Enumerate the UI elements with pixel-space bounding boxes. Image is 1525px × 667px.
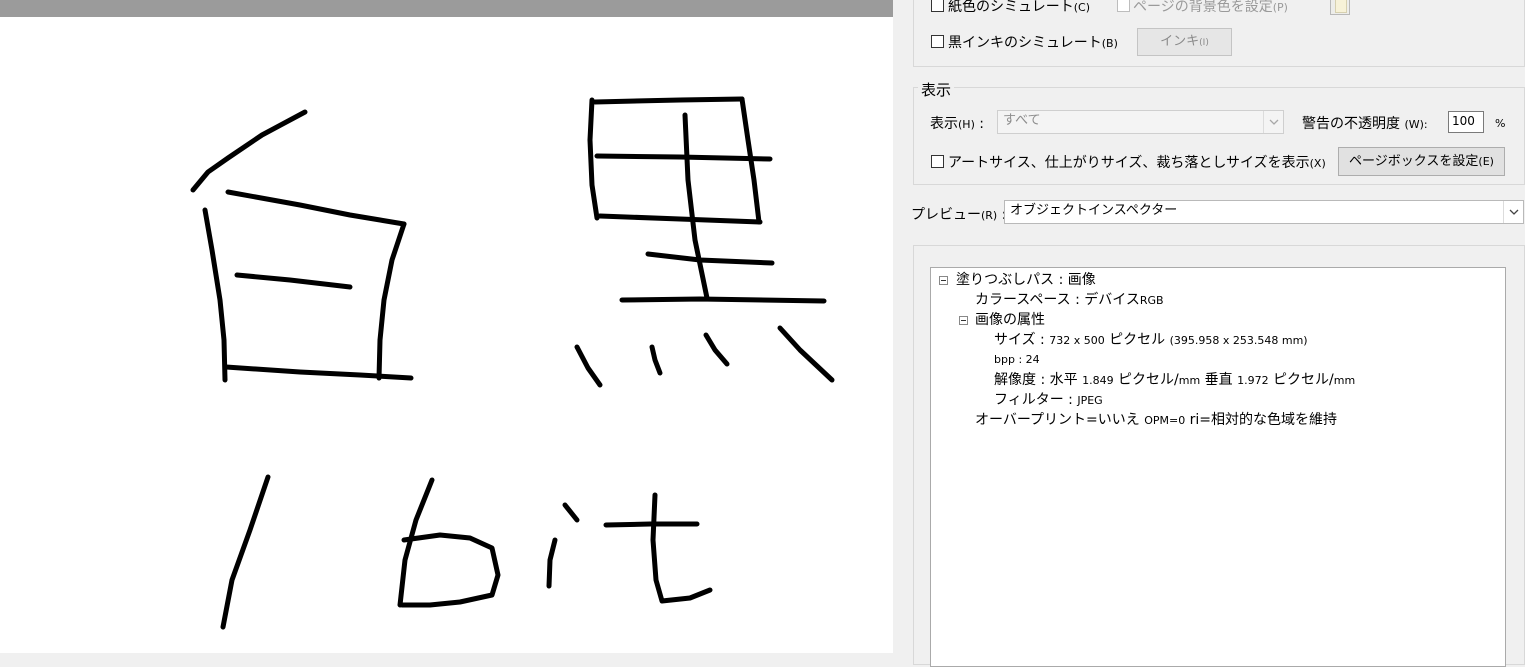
- object-inspector-tree[interactable]: 塗りつぶしパス : 画像 カラースペース : デバイスRGB 画像の属性 サイズ…: [930, 267, 1506, 667]
- tree-node-colorspace: カラースペース : デバイスRGB: [975, 292, 1164, 308]
- display-group-title: 表示: [918, 79, 955, 100]
- document-canvas[interactable]: [0, 0, 893, 653]
- black-ink-sim-checkbox[interactable]: [931, 35, 944, 48]
- tree-node-resolution: 解像度 : 水平 1.849 ピクセル/mm 垂直 1.972 ピクセル/mm: [994, 372, 1356, 388]
- warning-opacity-input[interactable]: 100: [1448, 111, 1484, 133]
- chevron-down-icon: [1503, 201, 1523, 223]
- output-preview-panel: 紙色のシミュレート(C) ページの背景色を設定(P) 黒インキのシミュレート(B…: [893, 0, 1525, 667]
- chevron-down-icon: [1263, 111, 1283, 133]
- paper-color-sim-label: 紙色のシミュレート(C): [948, 0, 1090, 15]
- tree-node-fill-path: 塗りつぶしパス : 画像: [956, 272, 1096, 288]
- art-trim-bleed-label: アートサイス、仕上がりサイズ、裁ち落としサイズを表示(X): [948, 155, 1326, 171]
- page-bg-label: ページの背景色を設定(P): [1133, 0, 1288, 15]
- show-label: 表示(H) :: [930, 116, 985, 132]
- ink-button[interactable]: インキ(I): [1137, 28, 1232, 56]
- warning-opacity-label: 警告の不透明度 (W):: [1302, 116, 1428, 132]
- tree-node-filter: フィルター : JPEG: [994, 392, 1103, 408]
- tree-node-image-attrs: 画像の属性: [975, 312, 1045, 328]
- tree-node-overprint: オーバープリント=いいえ OPM=0 ri=相対的な色域を維持: [975, 412, 1338, 428]
- preview-label: プレビュー(R) :: [911, 207, 1007, 223]
- collapse-icon[interactable]: [939, 276, 948, 285]
- page-box-button[interactable]: ページボックスを設定(E): [1338, 147, 1505, 176]
- percent-sign: %: [1495, 117, 1506, 130]
- black-ink-sim-label: 黒インキのシミュレート(B): [948, 35, 1118, 51]
- collapse-icon[interactable]: [959, 316, 968, 325]
- canvas-top-border: [0, 0, 893, 17]
- art-trim-bleed-checkbox[interactable]: [931, 155, 944, 168]
- paper-color-sim-checkbox[interactable]: [931, 0, 944, 12]
- tree-node-size: サイズ : 732 x 500 ピクセル (395.958 x 253.548 …: [994, 332, 1308, 348]
- show-select[interactable]: すべて: [997, 110, 1284, 134]
- page-bg-checkbox[interactable]: [1117, 0, 1130, 12]
- tree-node-bpp: bpp : 24: [994, 353, 1040, 366]
- page-bg-color-swatch[interactable]: [1330, 0, 1350, 15]
- handwritten-drawing: [190, 96, 835, 630]
- preview-select[interactable]: オブジェクトインスペクター: [1004, 200, 1524, 224]
